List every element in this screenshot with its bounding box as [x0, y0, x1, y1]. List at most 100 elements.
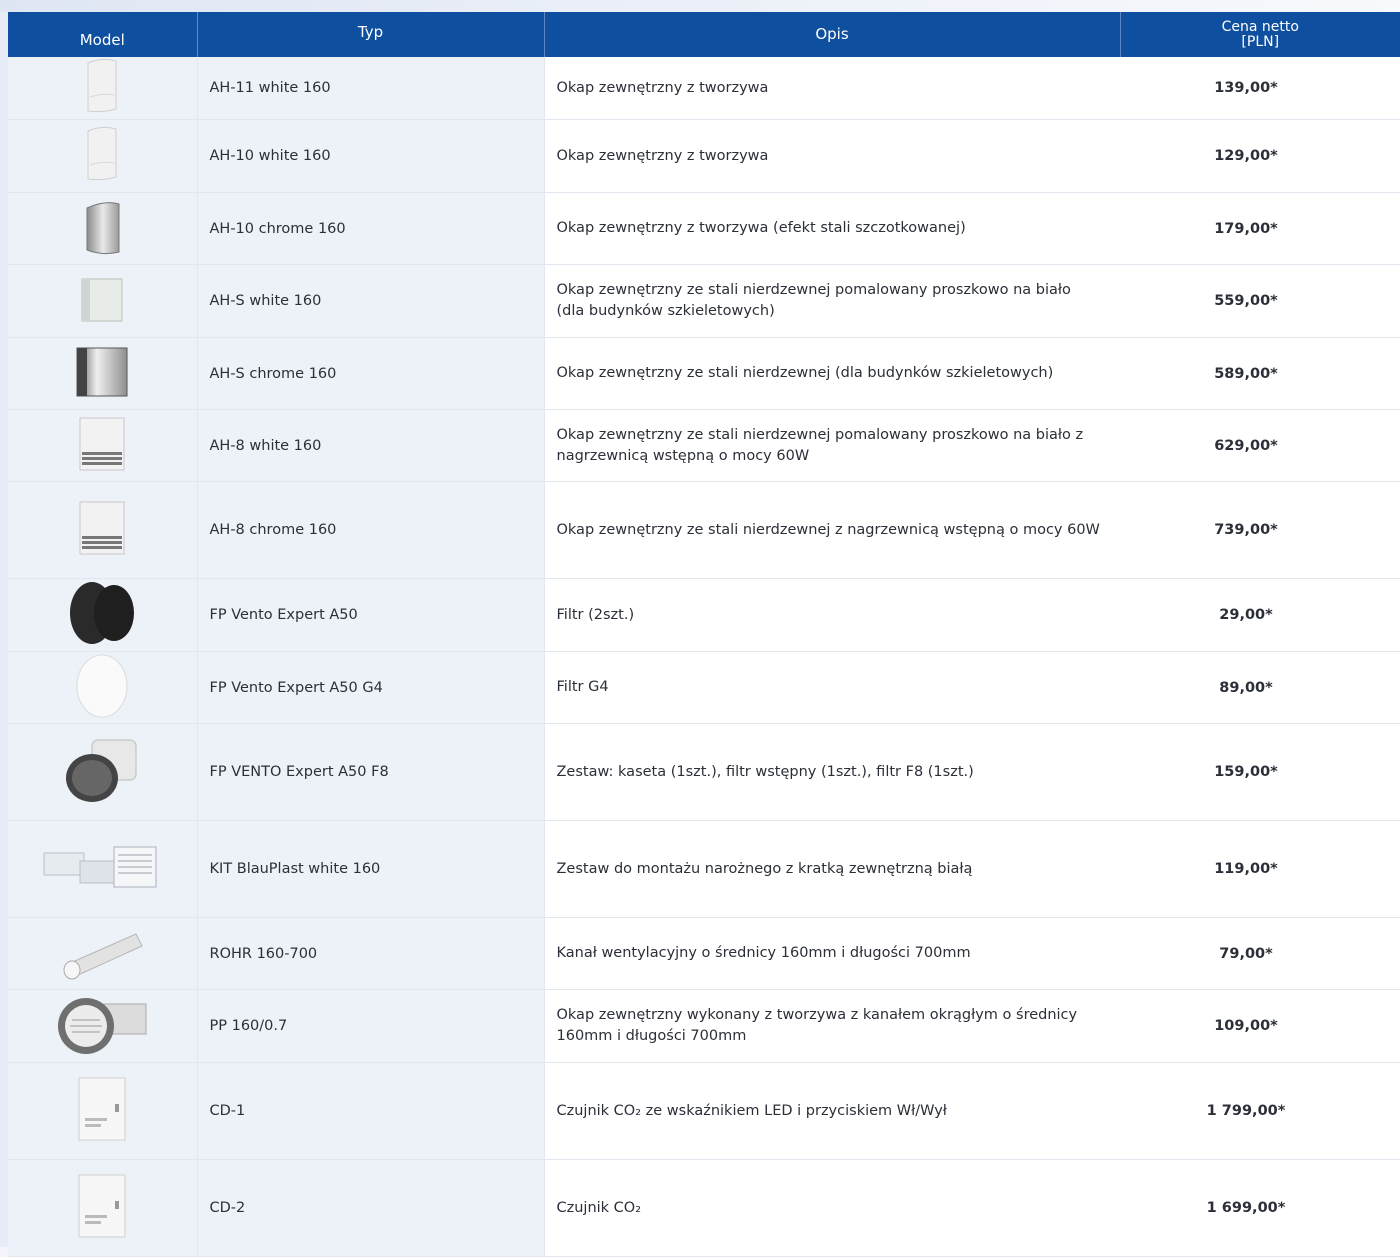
co2-sensor-icon [75, 1171, 129, 1245]
table-row: AH-S chrome 160Okap zewnętrzny ze stali … [8, 338, 1400, 410]
opis-cell: Kanał wentylacyjny o średnicy 160mm i dł… [544, 918, 1120, 990]
price-value: 739,00* [1106, 522, 1386, 538]
model-cell [8, 724, 197, 821]
price-value: 629,00* [1106, 438, 1386, 454]
model-cell [8, 482, 197, 579]
table-row: ROHR 160-700Kanał wentylacyjny o średnic… [8, 918, 1400, 990]
table-row: CD-2Czujnik CO₂1 699,00* [8, 1160, 1400, 1257]
typ-cell: KIT BlauPlast white 160 [197, 821, 544, 918]
opis-cell: Okap zewnętrzny z tworzywa [544, 57, 1120, 120]
chrome-hood-icon [79, 198, 125, 260]
price-value: 79,00* [1106, 946, 1386, 962]
typ-cell: PP 160/0.7 [197, 990, 544, 1063]
price-value: 129,00* [1106, 148, 1386, 164]
typ-cell: FP Vento Expert A50 G4 [197, 652, 544, 724]
typ-cell: AH-10 white 160 [197, 120, 544, 193]
opis-cell: Okap zewnętrzny z tworzywa (efekt stali … [544, 193, 1120, 265]
table-row: FP VENTO Expert A50 F8Zestaw: kaseta (1s… [8, 724, 1400, 821]
price-cell: 589,00* [1120, 338, 1400, 410]
typ-cell: AH-8 chrome 160 [197, 482, 544, 579]
corner-kit-icon [40, 831, 164, 907]
table-row: AH-10 white 160Okap zewnętrzny z tworzyw… [8, 120, 1400, 193]
top-strip [0, 0, 1400, 12]
price-value: 589,00* [1106, 366, 1386, 382]
opis-cell: Okap zewnętrzny ze stali nierdzewnej z n… [544, 482, 1120, 579]
model-cell [8, 1063, 197, 1160]
typ-cell: AH-S white 160 [197, 265, 544, 338]
louvre-hood-icon [74, 414, 130, 478]
price-table: Model Typ Opis Cena netto [PLN] AH-11 wh… [8, 12, 1400, 1257]
price-value: 1 699,00* [1106, 1200, 1386, 1216]
price-value: 139,00* [1106, 80, 1386, 96]
pipe-with-grille-icon [54, 990, 150, 1062]
white-box-hood-icon [76, 273, 128, 329]
model-cell [8, 57, 197, 120]
typ-cell: AH-10 chrome 160 [197, 193, 544, 265]
header-price-line2: [PLN] [1121, 35, 1400, 50]
price-cell: 159,00* [1120, 724, 1400, 821]
louvre-hood-icon [74, 498, 130, 562]
price-cell: 119,00* [1120, 821, 1400, 918]
typ-cell: CD-1 [197, 1063, 544, 1160]
model-cell [8, 338, 197, 410]
typ-cell: FP VENTO Expert A50 F8 [197, 724, 544, 821]
co2-sensor-icon [75, 1074, 129, 1148]
table-row: AH-10 chrome 160Okap zewnętrzny z tworzy… [8, 193, 1400, 265]
opis-cell: Okap zewnętrzny z tworzywa [544, 120, 1120, 193]
price-cell: 559,00* [1120, 265, 1400, 338]
table-row: PP 160/0.7Okap zewnętrzny wykonany z two… [8, 990, 1400, 1063]
price-value: 109,00* [1106, 1018, 1386, 1034]
typ-cell: ROHR 160-700 [197, 918, 544, 990]
table-row: FP Vento Expert A50Filtr (2szt.)29,00* [8, 579, 1400, 652]
table-row: KIT BlauPlast white 160Zestaw do montażu… [8, 821, 1400, 918]
typ-cell: FP Vento Expert A50 [197, 579, 544, 652]
header-price-line1: Cena netto [1121, 20, 1400, 35]
opis-cell: Okap zewnętrzny wykonany z tworzywa z ka… [544, 990, 1120, 1063]
table-row: AH-11 white 160Okap zewnętrzny z tworzyw… [8, 57, 1400, 120]
price-cell: 629,00* [1120, 410, 1400, 482]
opis-cell: Okap zewnętrzny ze stali nierdzewnej pom… [544, 410, 1120, 482]
white-filter-disc-icon [74, 653, 130, 723]
model-cell [8, 990, 197, 1063]
black-filter-discs-icon [66, 580, 138, 650]
price-cell: 179,00* [1120, 193, 1400, 265]
header-opis: Opis [544, 12, 1120, 57]
typ-cell: AH-8 white 160 [197, 410, 544, 482]
model-cell [8, 265, 197, 338]
price-cell: 79,00* [1120, 918, 1400, 990]
white-hood-icon [82, 125, 122, 187]
opis-cell: Zestaw do montażu narożnego z kratką zew… [544, 821, 1120, 918]
opis-cell: Zestaw: kaseta (1szt.), filtr wstępny (1… [544, 724, 1120, 821]
table-row: FP Vento Expert A50 G4Filtr G489,00* [8, 652, 1400, 724]
model-cell [8, 652, 197, 724]
price-cell: 109,00* [1120, 990, 1400, 1063]
typ-cell: AH-11 white 160 [197, 57, 544, 120]
model-cell [8, 579, 197, 652]
price-cell: 29,00* [1120, 579, 1400, 652]
opis-cell: Czujnik CO₂ [544, 1160, 1120, 1257]
price-value: 29,00* [1106, 607, 1386, 623]
header-model: Model [8, 12, 197, 57]
model-cell [8, 918, 197, 990]
price-cell: 129,00* [1120, 120, 1400, 193]
price-value: 1 799,00* [1106, 1103, 1386, 1119]
page-edge [0, 0, 8, 1247]
duct-pipe-icon [56, 924, 148, 984]
table-row: AH-8 chrome 160Okap zewnętrzny ze stali … [8, 482, 1400, 579]
table-row: AH-8 white 160Okap zewnętrzny ze stali n… [8, 410, 1400, 482]
typ-cell: AH-S chrome 160 [197, 338, 544, 410]
header-typ: Typ [197, 12, 544, 57]
filter-cassette-icon [62, 734, 142, 810]
price-cell: 739,00* [1120, 482, 1400, 579]
table-header-row: Model Typ Opis Cena netto [PLN] [8, 12, 1400, 57]
price-cell: 1 699,00* [1120, 1160, 1400, 1257]
price-cell: 139,00* [1120, 57, 1400, 120]
model-cell [8, 821, 197, 918]
table-row: AH-S white 160Okap zewnętrzny ze stali n… [8, 265, 1400, 338]
price-value: 159,00* [1106, 764, 1386, 780]
price-value: 89,00* [1106, 680, 1386, 696]
chrome-box-hood-icon [73, 344, 131, 404]
model-cell [8, 193, 197, 265]
price-value: 119,00* [1106, 861, 1386, 877]
price-cell: 89,00* [1120, 652, 1400, 724]
